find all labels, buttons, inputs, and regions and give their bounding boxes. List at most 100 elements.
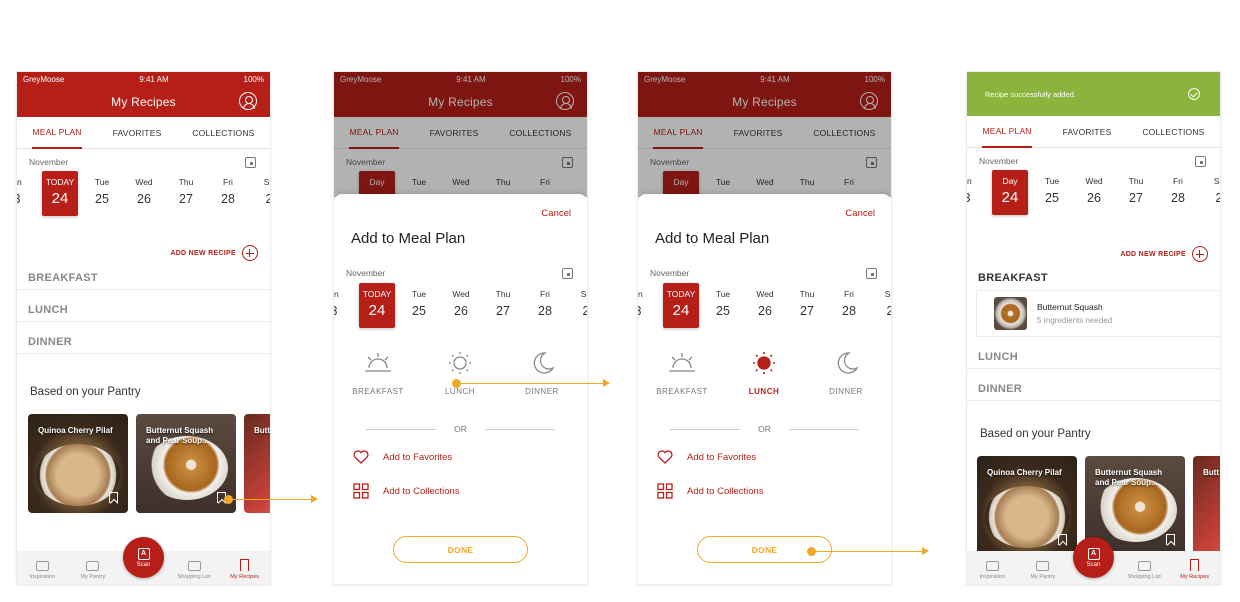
recipe-card-quinoa[interactable]: Quinoa Cherry Pilaf [977,456,1077,555]
day-strip[interactable]: un3 TODAY24 Tue25 Wed26 Thu27 Fri28 Sa2 [638,283,891,335]
day-fri[interactable]: Fri 28 [210,171,246,206]
day-strip[interactable]: un3 Day24 Tue25 Wed26 Thu27 Fri28 Sa2 [967,170,1220,222]
day-today[interactable]: Day 24 [992,170,1028,215]
breakfast-section[interactable]: BREAKFAST [17,272,270,284]
scan-button[interactable]: A Scan [1073,537,1114,578]
add-new-recipe-button[interactable]: ADD NEW RECIPE [170,245,258,261]
day-thu[interactable]: Thu 27 [1118,170,1154,205]
scan-button[interactable]: A Scan [123,537,164,578]
overlay[interactable] [638,72,891,197]
calendar-icon[interactable] [245,156,256,168]
day-prev[interactable]: un3 [638,283,656,318]
sunrise-icon [365,353,391,372]
calendar-icon[interactable] [562,267,573,279]
arrow-dot [224,495,233,504]
day-prev[interactable]: un3 [334,283,352,318]
meal-option-lunch-selected[interactable]: LUNCH [734,351,794,396]
day-thu[interactable]: Thu 27 [168,171,204,206]
day-today[interactable]: TODAY 24 [359,283,395,328]
day-sat[interactable]: Sa2 [568,283,587,318]
tab-meal-plan[interactable]: MEAL PLAN [32,117,82,149]
meal-option-dinner[interactable]: DINNER [512,351,572,396]
bookmark-icon[interactable] [1058,534,1067,545]
day-today[interactable]: TODAY 24 [663,283,699,328]
nav-inspiration[interactable]: Inspiration [18,561,66,580]
day-strip[interactable]: un3 TODAY24 Tue25 Wed26 Thu27 Fri28 Sa2 [334,283,587,335]
meal-option-breakfast[interactable]: BREAKFAST [348,351,408,396]
day-fri[interactable]: Fri 28 [831,283,867,318]
recipe-card-partial[interactable]: Butt and [1193,456,1220,555]
day-fri[interactable]: Fri 28 [1160,170,1196,205]
nav-my-recipes[interactable]: My Recipes [1171,559,1219,580]
recipe-card-quinoa[interactable]: Quinoa Cherry Pilaf [28,414,128,513]
nav-shopping-list[interactable]: Shopping List [170,561,218,580]
day-wed[interactable]: Wed 26 [1076,170,1112,205]
bookmark-icon [240,559,250,571]
screen-meal-plan: GreyMoose 9:41 AM 100% My Recipes MEAL P… [17,72,270,584]
lunch-section[interactable]: LUNCH [967,351,1220,363]
breakfast-section[interactable]: BREAKFAST [967,272,1220,284]
day-prev[interactable]: un3 [967,170,985,205]
meal-option-label: LUNCH [748,387,780,396]
nav-inspiration[interactable]: Inspiration [968,561,1016,580]
bookmark-icon[interactable] [109,492,118,503]
nav-pantry[interactable]: My Pantry [69,561,117,580]
added-recipe-row[interactable]: Butternut Squash 5 Ingredients needed [976,290,1220,337]
day-today[interactable]: TODAY 24 [42,171,78,216]
screen-recipe-added: Recipe successfully added. MEAL PLAN FAV… [967,72,1220,584]
scan-icon: A [1087,547,1100,560]
cancel-button[interactable]: Cancel [845,208,875,219]
day-sat[interactable]: Sa2 [251,171,270,206]
tab-meal-plan[interactable]: MEAL PLAN [982,116,1032,148]
day-fri[interactable]: Fri 28 [527,283,563,318]
day-tue[interactable]: Tue 25 [84,171,120,206]
day-tue[interactable]: Tue 25 [1034,170,1070,205]
meal-option-breakfast[interactable]: BREAKFAST [652,351,712,396]
nav-pantry[interactable]: My Pantry [1019,561,1067,580]
recipe-card-butternut[interactable]: Butternut Squash and Pear Soup... [136,414,236,513]
day-thu[interactable]: Thu 27 [789,283,825,318]
month-row: November [17,149,270,169]
meal-option-dinner[interactable]: DINNER [816,351,876,396]
bookmark-icon[interactable] [1166,534,1175,545]
nav-shopping-list[interactable]: Shopping List [1120,561,1168,580]
shelf-icon [86,561,100,571]
lunch-section[interactable]: LUNCH [17,304,270,316]
cart-icon [187,561,201,571]
day-tue[interactable]: Tue 25 [705,283,741,318]
tab-collections[interactable]: COLLECTIONS [1142,116,1204,148]
success-toast: Recipe successfully added. [967,72,1220,116]
add-to-favorites-button[interactable]: Add to Favorites [657,450,756,464]
add-to-favorites-label: Add to Favorites [383,451,453,463]
status-bar: GreyMoose 9:41 AM 100% [17,72,270,86]
or-divider: OR [670,424,859,434]
calendar-icon[interactable] [866,267,877,279]
tab-favorites[interactable]: FAVORITES [1063,116,1112,148]
day-wed[interactable]: Wed 26 [126,171,162,206]
cancel-button[interactable]: Cancel [541,208,571,219]
divider [17,353,270,354]
calendar-icon[interactable] [1195,155,1206,167]
day-sat[interactable]: Sa2 [872,283,891,318]
day-thu[interactable]: Thu 27 [485,283,521,318]
nav-my-recipes[interactable]: My Recipes [221,559,269,580]
tab-collections[interactable]: COLLECTIONS [192,117,254,149]
add-new-recipe-button[interactable]: ADD NEW RECIPE [1120,246,1208,262]
done-button[interactable]: DONE [393,536,528,563]
dinner-section[interactable]: DINNER [967,383,1220,395]
moon-icon [837,352,859,374]
day-wed[interactable]: Wed 26 [747,283,783,318]
day-prev[interactable]: un3 [17,171,35,206]
tab-favorites[interactable]: FAVORITES [113,117,162,149]
add-to-favorites-button[interactable]: Add to Favorites [353,450,452,464]
day-strip[interactable]: un3 TODAY24 Tue25 Wed26 Thu27 Fri28 Sa2 [17,171,270,223]
day-wed[interactable]: Wed 26 [443,283,479,318]
meal-option-lunch[interactable]: LUNCH [430,351,490,396]
add-to-collections-button[interactable]: Add to Collections [353,483,460,499]
day-sat[interactable]: Sa2 [1201,170,1220,205]
dinner-section[interactable]: DINNER [17,336,270,348]
day-tue[interactable]: Tue 25 [401,283,437,318]
profile-icon[interactable] [239,92,257,110]
overlay[interactable] [334,72,587,197]
add-to-collections-button[interactable]: Add to Collections [657,483,764,499]
